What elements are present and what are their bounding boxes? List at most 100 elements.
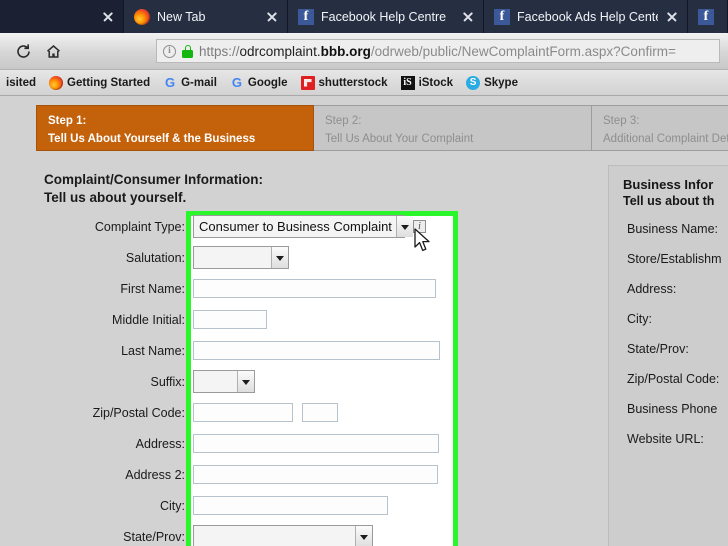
url-scheme: https:// bbox=[199, 43, 240, 59]
bookmark-item-shutterstock[interactable]: shutterstock bbox=[300, 75, 388, 90]
first-name-input[interactable] bbox=[193, 279, 436, 298]
page-content: Step 1: Tell Us About Yourself & the Bus… bbox=[0, 97, 728, 546]
browser-tab-1[interactable]: New Tab bbox=[124, 0, 288, 33]
complaint-type-value: Consumer to Business Complaint bbox=[199, 219, 392, 234]
bookmark-label: G-mail bbox=[181, 76, 217, 89]
navigation-toolbar: i https://odrcomplaint.bbb.org/odrweb/pu… bbox=[0, 33, 728, 70]
page-title: Complaint/Consumer Information: Tell us … bbox=[44, 171, 263, 207]
business-panel-subheading: Tell us about th bbox=[623, 194, 715, 208]
form-row-state-prov: State/Prov: bbox=[0, 521, 470, 546]
bookmark-item-skype[interactable]: S Skype bbox=[466, 75, 518, 90]
bookmark-item-getting-started[interactable]: Getting Started bbox=[49, 75, 151, 90]
label-complaint-type: Complaint Type: bbox=[94, 219, 185, 234]
step-tab-1[interactable]: Step 1: Tell Us About Yourself & the Bus… bbox=[36, 105, 314, 151]
label-business-state-prov: State/Prov: bbox=[627, 342, 689, 356]
form-row-city: City: bbox=[0, 490, 470, 521]
close-icon[interactable] bbox=[665, 10, 679, 24]
chevron-down-icon[interactable] bbox=[271, 247, 288, 268]
firefox-icon bbox=[49, 75, 64, 90]
label-salutation: Salutation: bbox=[125, 250, 185, 265]
city-input[interactable] bbox=[193, 496, 388, 515]
padlock-icon[interactable] bbox=[182, 44, 193, 58]
help-info-icon[interactable]: i bbox=[413, 220, 426, 233]
step-number: Step 3: bbox=[603, 115, 640, 127]
browser-tab-4[interactable]: f bbox=[688, 0, 728, 33]
label-last-name: Last Name: bbox=[121, 343, 185, 358]
chevron-down-icon[interactable] bbox=[355, 526, 372, 546]
url-bar[interactable]: i https://odrcomplaint.bbb.org/odrweb/pu… bbox=[156, 39, 720, 63]
last-name-input[interactable] bbox=[193, 341, 440, 360]
label-business-city: City: bbox=[627, 312, 652, 326]
step-description: Additional Complaint Details bbox=[603, 133, 728, 145]
istock-icon: iS bbox=[400, 75, 415, 90]
step-description: Tell Us About Your Complaint bbox=[325, 133, 474, 145]
bookmark-label: iStock bbox=[418, 76, 454, 89]
close-icon[interactable] bbox=[461, 10, 475, 24]
shutterstock-icon bbox=[300, 75, 315, 90]
form-row-suffix: Suffix: bbox=[0, 366, 470, 397]
home-icon[interactable] bbox=[38, 37, 68, 65]
middle-initial-input[interactable] bbox=[193, 310, 267, 329]
tab-title: Facebook Ads Help Cente bbox=[517, 9, 658, 24]
salutation-select[interactable] bbox=[193, 246, 289, 269]
url-host-domain: bbb.org bbox=[320, 43, 371, 59]
url-text: https://odrcomplaint.bbb.org/odrweb/publ… bbox=[199, 44, 676, 59]
bookmark-label: Google bbox=[247, 76, 288, 89]
form-row-middle-initial: Middle Initial: bbox=[0, 304, 470, 335]
bookmark-label: Getting Started bbox=[67, 76, 151, 89]
form-heading-main: Complaint/Consumer Information: bbox=[44, 172, 263, 187]
form-row-complaint-type: Complaint Type: Consumer to Business Com… bbox=[0, 211, 470, 242]
tab-title: New Tab bbox=[157, 9, 206, 24]
label-address: Address: bbox=[135, 436, 185, 451]
label-city: City: bbox=[160, 498, 185, 513]
chevron-down-icon[interactable] bbox=[237, 371, 254, 392]
bookmark-item-istock[interactable]: iS iStock bbox=[400, 75, 454, 90]
address-2-input[interactable] bbox=[193, 465, 438, 484]
label-state-prov: State/Prov: bbox=[123, 529, 185, 544]
zip-code-input[interactable] bbox=[193, 403, 293, 422]
bookmark-item-google[interactable]: G Google bbox=[230, 74, 288, 90]
skype-icon: S bbox=[466, 75, 481, 90]
form-heading-sub: Tell us about yourself. bbox=[44, 190, 187, 205]
zip-code-extension-input[interactable] bbox=[302, 403, 338, 422]
step-number: Step 1: bbox=[48, 115, 87, 127]
google-g-icon: G bbox=[231, 74, 242, 90]
facebook-icon: f bbox=[698, 8, 714, 25]
step-progress-tabs: Step 1: Tell Us About Yourself & the Bus… bbox=[36, 105, 728, 151]
facebook-icon: f bbox=[494, 8, 510, 25]
step-tab-2[interactable]: Step 2: Tell Us About Your Complaint bbox=[314, 105, 592, 151]
label-suffix: Suffix: bbox=[150, 374, 185, 389]
url-host-pre: odrcomplaint. bbox=[239, 43, 321, 59]
tab-strip: New Tab f Facebook Help Centre f Faceboo… bbox=[0, 0, 728, 33]
browser-tab-0[interactable] bbox=[0, 0, 124, 33]
form-row-address: Address: bbox=[0, 428, 470, 459]
close-icon[interactable] bbox=[101, 10, 115, 24]
label-business-zip-postal-code: Zip/Postal Code: bbox=[627, 372, 720, 386]
bookmarks-bar: isited Getting Started G G-mail G Google… bbox=[0, 70, 728, 96]
label-store-establishment: Store/Establishm bbox=[627, 252, 722, 266]
bookmark-item-visited[interactable]: isited bbox=[6, 77, 36, 89]
suffix-select[interactable] bbox=[193, 370, 255, 393]
chevron-down-icon[interactable] bbox=[395, 216, 413, 237]
browser-tab-2[interactable]: f Facebook Help Centre bbox=[288, 0, 484, 33]
reload-icon[interactable] bbox=[8, 37, 38, 65]
label-website-url: Website URL: bbox=[627, 432, 704, 446]
browser-tab-3[interactable]: f Facebook Ads Help Cente bbox=[484, 0, 688, 33]
step-tab-3[interactable]: Step 3: Additional Complaint Details bbox=[592, 105, 728, 151]
label-zip-postal-code: Zip/Postal Code: bbox=[92, 405, 185, 420]
label-middle-initial: Middle Initial: bbox=[112, 312, 185, 327]
complaint-type-select[interactable]: Consumer to Business Complaint bbox=[193, 215, 413, 238]
step-number: Step 2: bbox=[325, 115, 362, 127]
state-prov-select[interactable] bbox=[193, 525, 373, 546]
step-description: Tell Us About Yourself & the Business bbox=[48, 133, 256, 145]
form-row-last-name: Last Name: bbox=[0, 335, 470, 366]
label-business-address: Address: bbox=[627, 282, 677, 296]
label-business-phone: Business Phone bbox=[627, 402, 718, 416]
address-input[interactable] bbox=[193, 434, 439, 453]
close-icon[interactable] bbox=[265, 10, 279, 24]
info-circle-icon[interactable]: i bbox=[163, 44, 176, 58]
business-information-panel: Business Infor Tell us about th Business… bbox=[608, 165, 728, 546]
consumer-information-form: Complaint Type: Consumer to Business Com… bbox=[0, 211, 470, 546]
bookmark-label: isited bbox=[6, 76, 37, 89]
bookmark-item-gmail[interactable]: G G-mail bbox=[163, 75, 217, 90]
